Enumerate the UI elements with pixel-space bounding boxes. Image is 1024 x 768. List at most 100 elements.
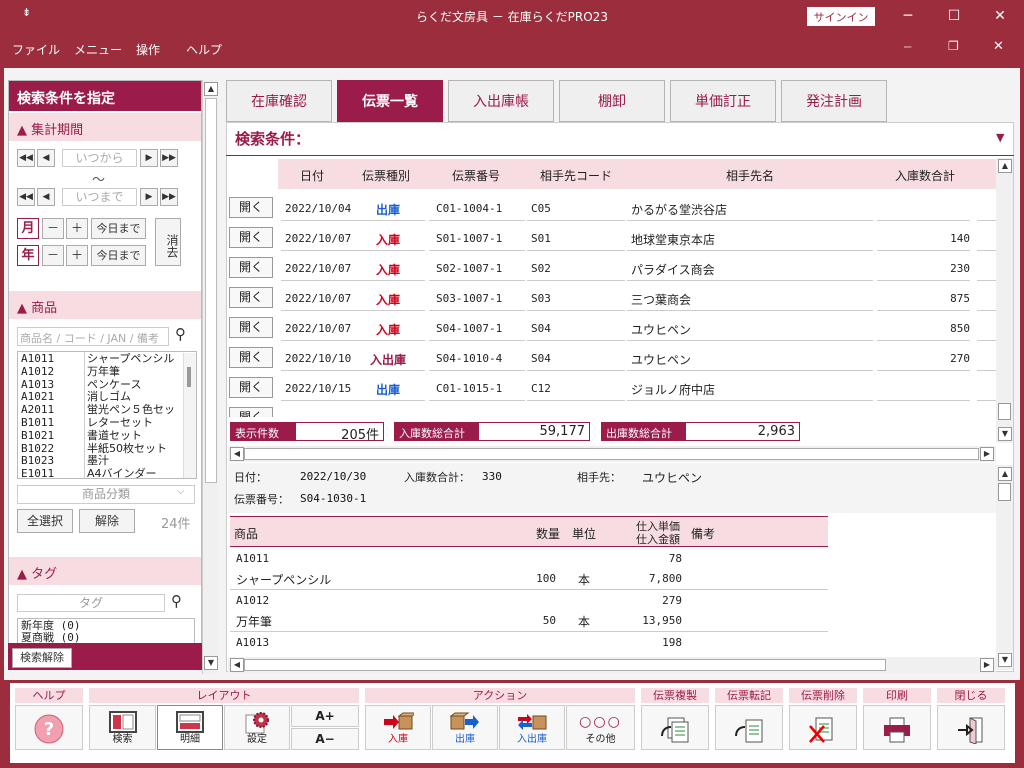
help-button[interactable]: ?: [15, 705, 83, 750]
product-list-item[interactable]: B1021 書道セット: [18, 428, 183, 442]
product-list-item[interactable]: B1023 墨汁: [18, 454, 183, 468]
open-button[interactable]: 開く: [229, 347, 273, 368]
mdi-close-icon[interactable]: ✕: [993, 39, 1004, 54]
year-today-button[interactable]: 今日まで: [91, 245, 146, 266]
delete-slip-button[interactable]: [789, 705, 857, 750]
scroll-thumb[interactable]: [998, 403, 1011, 420]
table-hscroll[interactable]: ◀ ▶: [228, 446, 996, 462]
product-list-item[interactable]: B1022 半紙50枚セット: [18, 441, 183, 455]
close-icon[interactable]: ✕: [977, 0, 1023, 32]
year-minus-button[interactable]: －: [42, 245, 64, 266]
product-list-scrollbar[interactable]: [183, 353, 196, 478]
scroll-right-icon[interactable]: ▶: [980, 658, 994, 672]
next-icon[interactable]: ▶: [140, 149, 158, 167]
scroll-up-icon[interactable]: ▲: [998, 467, 1012, 481]
in-out-button[interactable]: 入出庫: [499, 705, 565, 750]
scroll-thumb[interactable]: [205, 98, 217, 483]
tab-order[interactable]: 発注計画: [781, 80, 887, 122]
menu-operation[interactable]: 操作: [136, 41, 160, 58]
menu-menu[interactable]: メニュー: [74, 41, 122, 58]
product-list-item[interactable]: E1011 A4バインダー: [18, 467, 183, 478]
scroll-left-icon[interactable]: ◀: [230, 447, 244, 461]
scroll-thumb[interactable]: [244, 448, 979, 460]
transfer-slip-button[interactable]: [715, 705, 783, 750]
release-button[interactable]: 解除: [79, 509, 135, 533]
maximize-icon[interactable]: ☐: [931, 0, 977, 32]
signin-button[interactable]: サインイン: [807, 7, 875, 26]
product-list-item[interactable]: A1012 万年筆: [18, 364, 183, 378]
product-list-item[interactable]: A1011 シャープペンシル: [18, 352, 183, 365]
layout-search-button[interactable]: 検索: [89, 705, 156, 750]
other-button[interactable]: ○○○ その他: [566, 705, 635, 750]
open-button[interactable]: 開く: [229, 287, 273, 308]
menu-help[interactable]: ヘルプ: [186, 41, 222, 58]
year-label[interactable]: 年: [17, 245, 39, 266]
scroll-thumb[interactable]: [187, 367, 191, 387]
open-button[interactable]: 開く: [229, 227, 273, 248]
col-partner-name[interactable]: 相手先名: [726, 167, 774, 184]
product-section-header[interactable]: ▲ 商品: [9, 291, 201, 319]
tag-section-header[interactable]: ▲ タグ: [9, 557, 201, 585]
in-button[interactable]: 入庫: [365, 705, 431, 750]
open-button[interactable]: 開く: [229, 407, 273, 417]
left-scrollbar[interactable]: ▲ ▼: [202, 80, 218, 674]
detail-hscroll[interactable]: ◀ ▶: [228, 657, 996, 673]
tab-ledger[interactable]: 入出庫帳: [448, 80, 554, 122]
prev-icon[interactable]: ◀: [37, 149, 55, 167]
period-section-header[interactable]: ▲ 集計期間: [9, 113, 201, 141]
open-button[interactable]: 開く: [229, 317, 273, 338]
product-list-item[interactable]: A1021 消しゴム: [18, 390, 183, 404]
col-in-total[interactable]: 入庫数合計: [895, 167, 955, 184]
open-button[interactable]: 開く: [229, 197, 273, 218]
settings-button[interactable]: 設定: [224, 705, 290, 750]
mdi-minimize-icon[interactable]: ─: [904, 40, 911, 54]
scroll-down-icon[interactable]: ▼: [204, 656, 218, 670]
product-list-item[interactable]: A1013 ペンケース: [18, 377, 183, 391]
month-plus-button[interactable]: ＋: [66, 218, 88, 239]
close-button[interactable]: [937, 705, 1005, 750]
tag-search-input[interactable]: タグ: [17, 594, 165, 612]
next-icon[interactable]: ▶: [140, 188, 158, 206]
month-minus-button[interactable]: －: [42, 218, 64, 239]
col-type[interactable]: 伝票種別: [362, 167, 410, 184]
clear-button[interactable]: 消去: [155, 218, 181, 266]
first-icon[interactable]: ◀◀: [17, 149, 35, 167]
date-to-input[interactable]: いつまで: [62, 188, 137, 206]
product-list-item[interactable]: B1011 レターセット: [18, 416, 183, 429]
font-smaller-button[interactable]: A−: [291, 728, 359, 750]
layout-detail-button[interactable]: 明細: [157, 705, 223, 750]
expand-icon[interactable]: ▼: [996, 131, 1004, 144]
first-icon[interactable]: ◀◀: [17, 188, 35, 206]
scroll-down-icon[interactable]: ▼: [998, 427, 1012, 441]
scroll-down-icon[interactable]: ▼: [998, 653, 1012, 667]
product-list[interactable]: A1011 シャープペンシル A1012 万年筆 A1013 ペンケース A1021 消しゴム…: [17, 351, 197, 479]
menu-file[interactable]: ファイル: [12, 41, 60, 58]
open-button[interactable]: 開く: [229, 257, 273, 278]
date-from-input[interactable]: いつから: [62, 149, 137, 167]
last-icon[interactable]: ▶▶: [160, 188, 178, 206]
scroll-right-icon[interactable]: ▶: [980, 447, 994, 461]
open-button[interactable]: 開く: [229, 377, 273, 398]
product-search-input[interactable]: 商品名 / コード / JAN / 備考: [17, 327, 169, 346]
month-label[interactable]: 月: [17, 218, 39, 239]
chevron-down-icon[interactable]: ⌵: [177, 486, 185, 497]
mdi-restore-icon[interactable]: ❐: [948, 39, 959, 53]
table-scrollbar[interactable]: ▲ ▼: [996, 158, 1013, 443]
print-button[interactable]: [863, 705, 931, 750]
col-slip-no[interactable]: 伝票番号: [452, 167, 500, 184]
out-button[interactable]: 出庫: [432, 705, 498, 750]
scroll-left-icon[interactable]: ◀: [230, 658, 244, 672]
scroll-thumb[interactable]: [244, 659, 886, 671]
prev-icon[interactable]: ◀: [37, 188, 55, 206]
tab-price[interactable]: 単価訂正: [670, 80, 776, 122]
scroll-up-icon[interactable]: ▲: [204, 82, 218, 96]
detail-vscroll[interactable]: ▲ ▼: [996, 465, 1013, 670]
tab-slips[interactable]: 伝票一覧: [337, 80, 443, 122]
minimize-icon[interactable]: ─: [885, 0, 931, 32]
scroll-thumb[interactable]: [998, 483, 1011, 501]
last-icon[interactable]: ▶▶: [160, 149, 178, 167]
col-partner-code[interactable]: 相手先コード: [540, 167, 612, 184]
duplicate-slip-button[interactable]: [641, 705, 709, 750]
tab-stock[interactable]: 在庫確認: [226, 80, 332, 122]
search-icon[interactable]: ⚲: [175, 325, 186, 343]
